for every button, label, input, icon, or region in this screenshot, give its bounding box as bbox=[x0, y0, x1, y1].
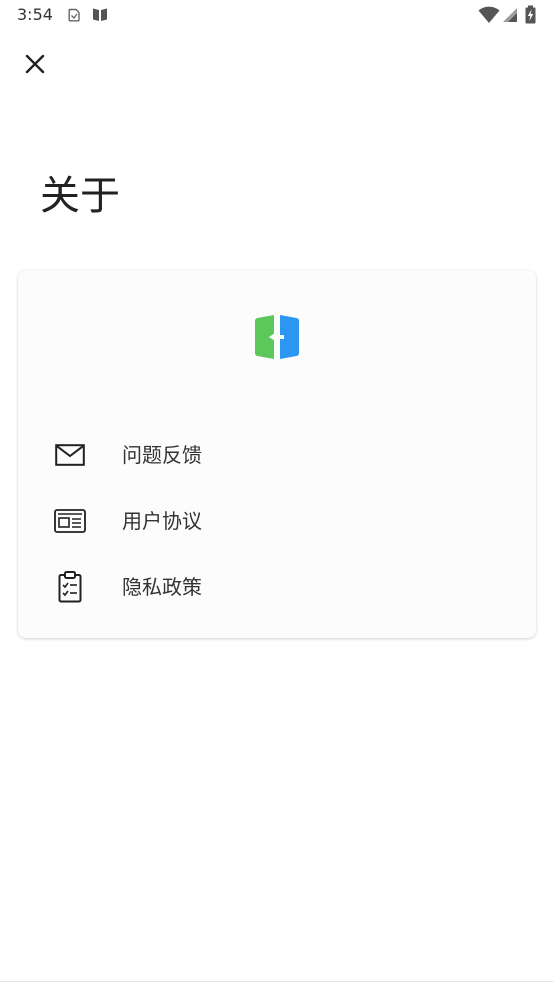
page-title: 关于 bbox=[40, 173, 120, 219]
menu-item-privacy-policy[interactable]: 隐私政策 bbox=[18, 559, 536, 615]
status-bar: 3:54 bbox=[0, 0, 554, 30]
menu-item-user-agreement[interactable]: 用户协议 bbox=[18, 493, 536, 549]
app-logo-icon bbox=[255, 315, 299, 359]
wifi-icon bbox=[478, 6, 500, 23]
close-icon bbox=[25, 54, 45, 74]
notification-save-icon bbox=[68, 8, 80, 22]
battery-charging-icon bbox=[525, 5, 536, 24]
close-button[interactable] bbox=[15, 44, 55, 84]
menu-item-label: 用户协议 bbox=[122, 509, 202, 533]
menu-item-label: 隐私政策 bbox=[122, 575, 202, 599]
menu-item-feedback[interactable]: 问题反馈 bbox=[18, 427, 536, 483]
about-card: 问题反馈 用户协议 隐私政策 bbox=[18, 270, 536, 638]
clipboard-check-icon bbox=[53, 571, 87, 603]
mail-icon bbox=[53, 439, 87, 471]
newspaper-icon bbox=[53, 505, 87, 537]
status-time: 3:54 bbox=[17, 5, 53, 24]
menu-item-label: 问题反馈 bbox=[122, 443, 202, 467]
navigation-bar-divider bbox=[0, 981, 554, 982]
signal-icon bbox=[503, 8, 517, 22]
app-notification-icon bbox=[93, 8, 107, 21]
